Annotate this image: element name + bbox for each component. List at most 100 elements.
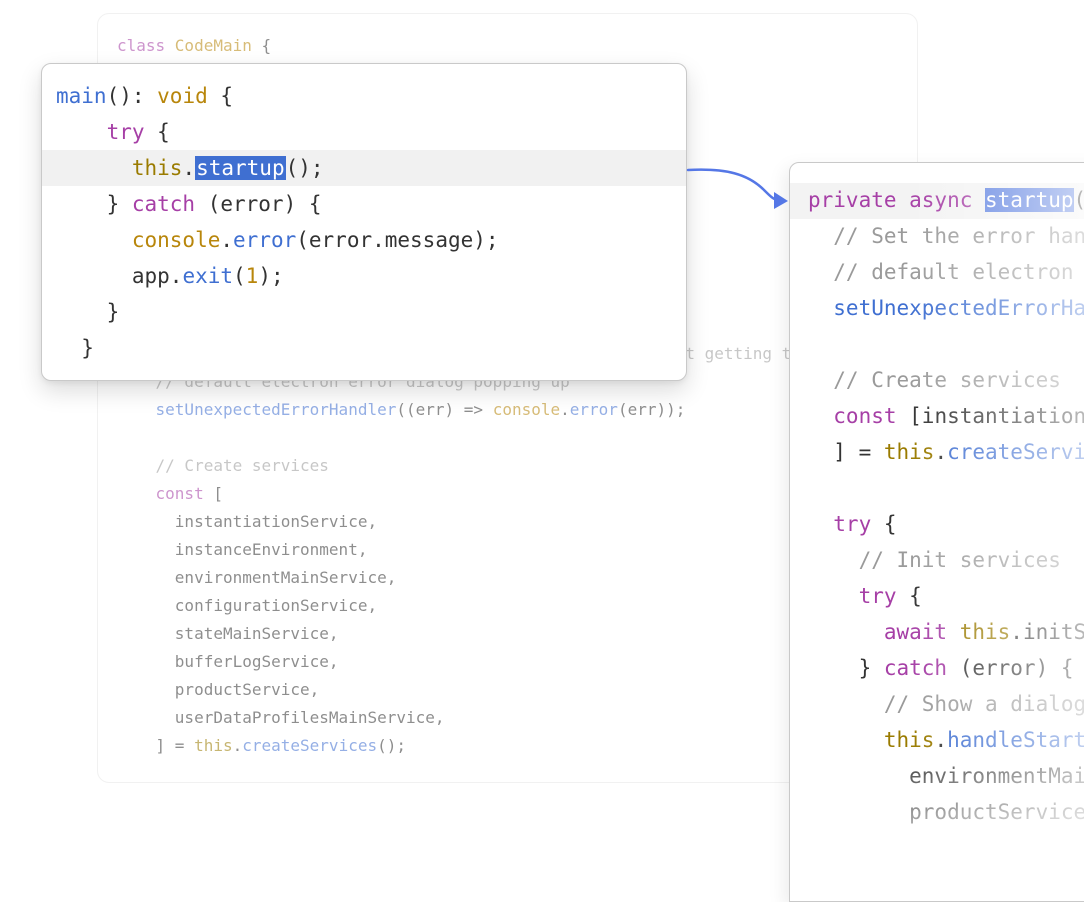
code-token: (): [1074, 188, 1084, 212]
code-line: productService [808, 794, 1084, 830]
code-line: app.exit(1); [56, 258, 284, 294]
code-token: productService [808, 800, 1084, 824]
code-token: createServices [947, 440, 1084, 464]
code-line: // default electron error dialog [808, 254, 1084, 290]
code-token: (error) { [195, 192, 322, 216]
code-token: error [569, 400, 618, 419]
code-token: ] = [117, 736, 195, 755]
code-token: configurationService, [117, 596, 378, 615]
selected-token: startup [985, 188, 1074, 212]
code-token: // default electron error dialog [833, 260, 1074, 284]
code-token: CodeMain [174, 36, 252, 55]
code-token: (): [106, 84, 158, 108]
code-line: await this.initServices(); [808, 614, 1084, 650]
selected-token: startup [195, 156, 286, 180]
code-token: console [56, 228, 221, 252]
code-token: } [56, 336, 94, 360]
code-token: . [182, 156, 196, 180]
code-line: // Create services [808, 362, 1061, 398]
code-line: // Set the error handler early enough [808, 218, 1084, 254]
code-token: console [492, 400, 561, 419]
code-token: userDataProfilesMainService, [117, 708, 445, 727]
code-line: userDataProfilesMainService, [117, 705, 445, 731]
code-line: try { [808, 578, 922, 614]
code-token: } [56, 192, 132, 216]
code-token: main [56, 84, 107, 108]
code-token: instanceEnvironment, [117, 540, 368, 559]
code-line: productService, [117, 677, 320, 703]
code-token: 1 [245, 264, 259, 288]
code-token: (); [377, 736, 406, 755]
code-token: const [117, 484, 204, 503]
code-line: } [56, 330, 94, 366]
code-token: class [117, 36, 175, 55]
code-token: private async [808, 188, 986, 212]
code-line: private async startup(): Promise<void> { [808, 182, 1084, 218]
code-token: [instantiationService, [909, 404, 1084, 428]
code-token: // Show a dialog [808, 692, 1084, 716]
go-to-definition-arrow-icon [686, 168, 788, 209]
code-token: instantiationService, [117, 512, 378, 531]
code-token: catch [883, 656, 948, 680]
code-token: setUnexpectedErrorHandler [833, 296, 1084, 320]
code-line: main(): void { [56, 78, 233, 114]
code-line: this.handleStartupDataDirError( [808, 722, 1084, 758]
code-line: environmentMainService, [808, 758, 1084, 794]
code-token: try [56, 120, 145, 144]
code-token: . [934, 440, 948, 464]
code-token: . [560, 400, 570, 419]
code-token: ( [233, 264, 246, 288]
code-line: bufferLogService, [117, 649, 339, 675]
code-token: this [959, 620, 1011, 644]
code-line: // Init services [808, 542, 1061, 578]
code-line: setUnexpectedErrorHandler((err) => conso… [117, 397, 686, 423]
code-line: ] = this.createServices(); [808, 434, 1084, 470]
code-token: catch [131, 192, 196, 216]
code-token: { [207, 84, 234, 108]
code-line: // Show a dialog [808, 686, 1084, 722]
code-token: } [808, 656, 884, 680]
code-line: ] = this.createServices(); [117, 733, 406, 759]
code-token: . [220, 228, 234, 252]
code-token: { [871, 512, 897, 536]
code-line: const [ [117, 481, 223, 507]
code-token: .initServices(); [1010, 620, 1084, 644]
code-line: try { [56, 114, 170, 150]
code-token: } [56, 300, 120, 324]
code-token: setUnexpectedErrorHandler [117, 400, 397, 419]
code-token: { [251, 36, 272, 55]
code-token: createServices [242, 736, 378, 755]
code-token: stateMainService, [117, 624, 339, 643]
code-token: exit [182, 264, 234, 288]
code-token: this [194, 736, 233, 755]
code-token: error [233, 228, 297, 252]
code-line: } [56, 294, 120, 330]
code-token: app. [56, 264, 183, 288]
code-token: productService, [117, 680, 320, 699]
code-token: (err)); [617, 400, 686, 419]
code-line: // Create services [117, 453, 329, 479]
code-line: configurationService, [117, 593, 377, 619]
code-token: // Set the error handler early enough [833, 224, 1084, 248]
code-token: { [896, 584, 922, 608]
code-token: // Create services [808, 368, 1061, 392]
code-line: setUnexpectedErrorHandler((err) => [808, 290, 1084, 326]
code-line: const [instantiationService, [808, 398, 1084, 434]
code-token: handleStartupDataDirError [947, 728, 1084, 752]
code-line: this.startup(); [56, 150, 324, 186]
code-token: environmentMainService, [909, 764, 1084, 788]
code-line: } catch (error) { [808, 650, 1074, 686]
code-token: void [157, 84, 208, 108]
code-token: const [808, 404, 897, 428]
code-token: . [232, 736, 243, 755]
code-line: console.error(error.message); [56, 222, 499, 258]
code-token: try [808, 512, 872, 536]
code-line: environmentMainService, [117, 565, 397, 591]
code-token: . [934, 728, 948, 752]
code-token: [ [203, 484, 223, 503]
code-token: (error) { [947, 656, 1074, 680]
code-line: instantiationService, [117, 509, 377, 535]
code-token: this [883, 440, 935, 464]
code-token: this [808, 728, 935, 752]
code-token: (); [285, 156, 324, 180]
